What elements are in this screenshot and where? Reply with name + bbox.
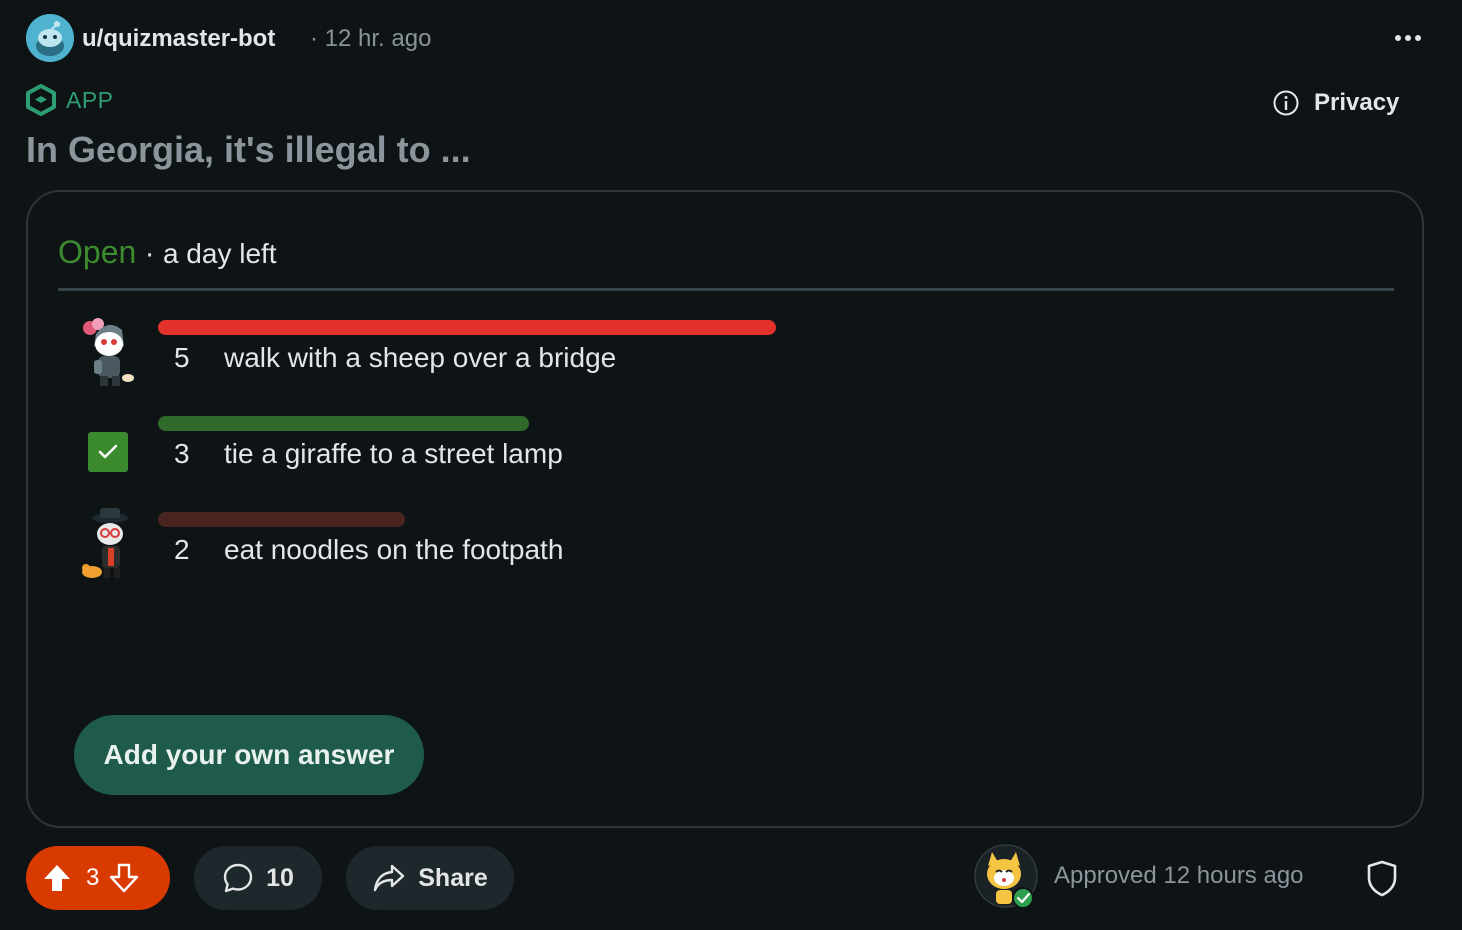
- downvote-arrow-icon[interactable]: [109, 863, 139, 893]
- add-answer-button[interactable]: Add your own answer: [74, 715, 424, 795]
- share-label: Share: [418, 863, 488, 892]
- author-avatar[interactable]: [26, 14, 74, 62]
- poll-option[interactable]: 5 walk with a sheep over a bridge: [58, 318, 1394, 410]
- post-timestamp: · 12 hr. ago: [310, 25, 432, 52]
- comment-bubble-icon: [223, 863, 253, 893]
- shield-icon[interactable]: [1362, 858, 1402, 898]
- poll-option-bar: [158, 512, 405, 527]
- poll-option[interactable]: 3 tie a giraffe to a street lamp: [58, 416, 1394, 506]
- comment-count: 10: [266, 863, 294, 892]
- approved-status: Approved 12 hours ago: [1054, 862, 1304, 889]
- privacy-button[interactable]: Privacy: [1272, 86, 1399, 120]
- app-cube-icon: [26, 84, 56, 116]
- vote-pill: 3: [26, 846, 170, 910]
- vote-count: 3: [86, 864, 100, 891]
- moderator-avatar-icon: [974, 844, 1038, 909]
- post-title[interactable]: In Georgia, it's illegal to ...: [26, 128, 471, 172]
- status-separator: ·: [136, 237, 163, 270]
- privacy-label: Privacy: [1314, 89, 1400, 116]
- poll-status: Open · a day left: [58, 232, 277, 274]
- checkmark-icon: [88, 432, 128, 472]
- poll-status-open: Open: [58, 234, 137, 270]
- snoo-avatar-icon: [26, 14, 74, 62]
- moderator-avatar[interactable]: [974, 844, 1038, 909]
- share-button[interactable]: Share: [346, 846, 514, 910]
- poll-option[interactable]: 2 eat noodles on the footpath: [58, 508, 1394, 602]
- app-badge: APP: [26, 84, 114, 116]
- poll-divider: [58, 288, 1394, 291]
- poll-option-text: eat noodles on the footpath: [224, 534, 564, 565]
- info-icon: [1273, 90, 1299, 116]
- poll-option-text: walk with a sheep over a bridge: [224, 342, 617, 373]
- poll-option-text: tie a giraffe to a street lamp: [224, 438, 563, 469]
- upvote-arrow-icon[interactable]: [42, 863, 72, 893]
- poll-option-bar: [158, 320, 776, 335]
- poll-option-count: 2: [174, 534, 190, 565]
- share-arrow-icon: [374, 864, 405, 892]
- author-username[interactable]: u/quizmaster-bot: [82, 24, 275, 54]
- poll-time-left: a day left: [162, 238, 277, 269]
- poll-option-count: 3: [174, 438, 190, 469]
- more-horizontal-icon[interactable]: [1390, 22, 1426, 54]
- app-label: APP: [66, 86, 114, 113]
- comments-button[interactable]: 10: [194, 846, 322, 910]
- voter-avatar-icon: [78, 508, 138, 584]
- poll-option-bar: [158, 416, 529, 431]
- voter-avatar-icon: [78, 316, 138, 392]
- poll-option-count: 5: [174, 342, 190, 373]
